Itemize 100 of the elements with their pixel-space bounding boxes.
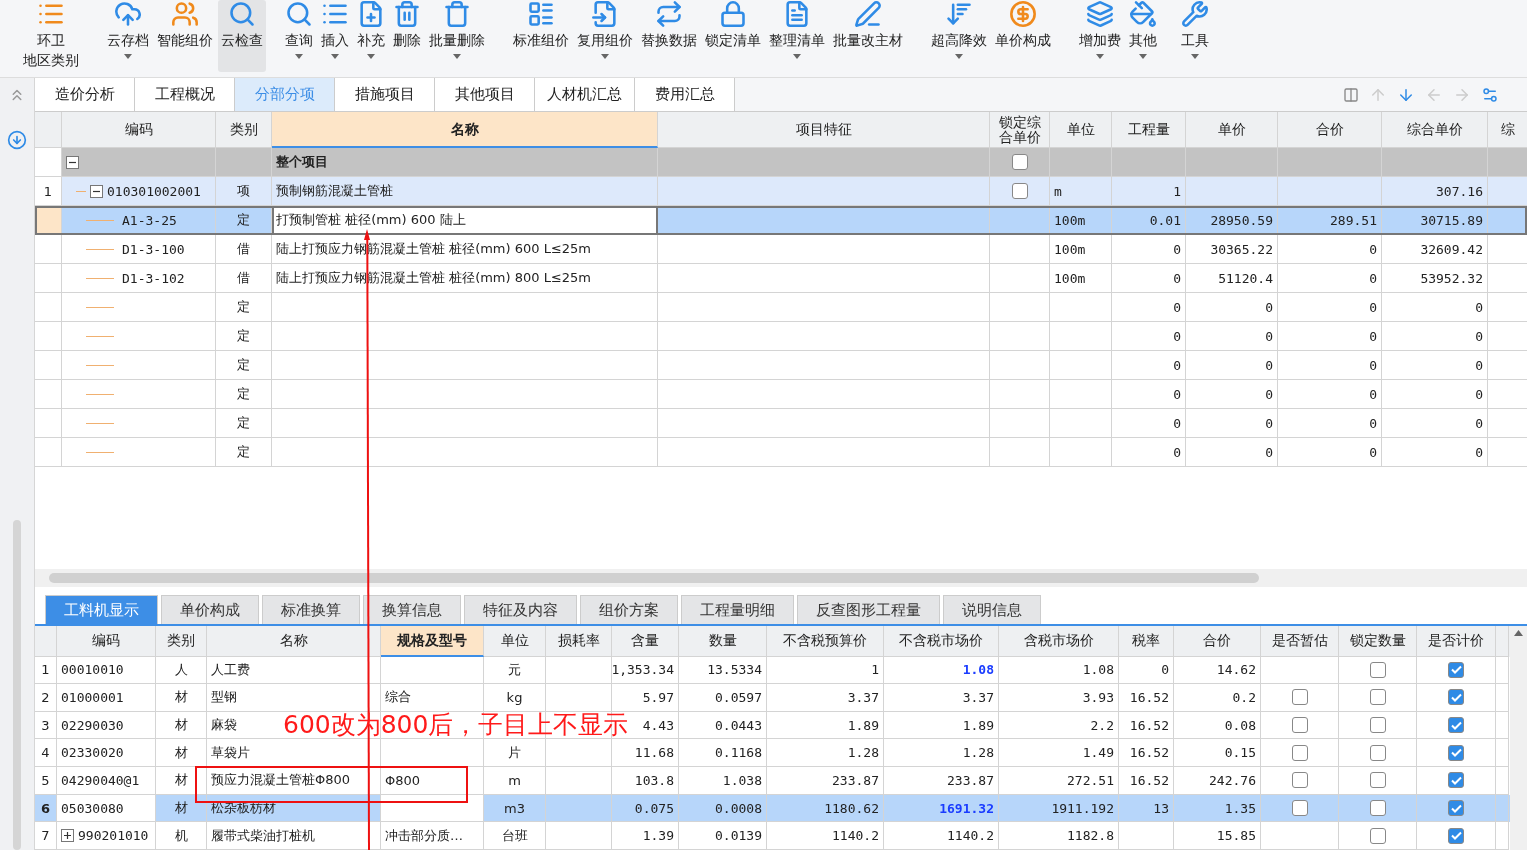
toolbar-button[interactable]: 云存档 bbox=[104, 0, 152, 72]
tab[interactable]: 标准换算 bbox=[262, 595, 360, 624]
toolbar-button[interactable]: 超高降效 bbox=[928, 0, 990, 72]
table-row[interactable]: 定 0 0 0 0 bbox=[35, 293, 1527, 322]
tab[interactable]: 费用汇总 bbox=[635, 78, 735, 111]
column-header[interactable]: 工程量 bbox=[1112, 112, 1186, 148]
checkbox[interactable] bbox=[1369, 661, 1386, 678]
checkbox[interactable] bbox=[1448, 772, 1464, 789]
table-row[interactable]: 1 00010010 人 人工费 元 1,353.34 13.5334 1 1.08 1.08 0 14.62 bbox=[35, 656, 1510, 685]
checkbox[interactable] bbox=[1448, 800, 1464, 816]
column-header[interactable]: 合价 bbox=[1174, 626, 1261, 657]
toolbar-button[interactable]: 批量改主材 bbox=[830, 0, 906, 72]
column-header[interactable]: 不含税市场价 bbox=[884, 626, 999, 657]
checkbox[interactable] bbox=[1291, 689, 1308, 706]
toolbar-button[interactable]: 其他 bbox=[1126, 0, 1160, 72]
toolbar-button[interactable]: 智能组价 bbox=[154, 0, 216, 72]
checkbox[interactable] bbox=[1448, 827, 1464, 844]
tab[interactable]: 工程概况 bbox=[135, 78, 235, 111]
checkbox[interactable] bbox=[1448, 717, 1464, 734]
column-header[interactable]: 含税市场价 bbox=[999, 626, 1119, 657]
tab[interactable]: 造价分析 bbox=[35, 78, 135, 111]
column-header[interactable]: 单位 bbox=[1050, 112, 1112, 148]
collapse-toggle[interactable] bbox=[66, 155, 79, 169]
column-header[interactable]: 锁定综合单价 bbox=[990, 112, 1050, 148]
toolbar-button[interactable]: 云检查 bbox=[218, 0, 266, 72]
column-header[interactable]: 单价 bbox=[1186, 112, 1278, 148]
toolbar-button[interactable]: 整理清单 bbox=[766, 0, 828, 72]
table-row[interactable]: 定 0 0 0 0 bbox=[35, 380, 1527, 409]
toolbar-button[interactable]: 锁定清单 bbox=[702, 0, 764, 72]
table-row[interactable]: 定 0 0 0 0 bbox=[35, 409, 1527, 438]
toolbar-button[interactable]: 插入 bbox=[318, 0, 352, 72]
checkbox[interactable] bbox=[1369, 772, 1386, 789]
expand-toggle[interactable] bbox=[61, 829, 74, 843]
tab[interactable]: 人材机汇总 bbox=[535, 78, 635, 111]
toolbar-button[interactable]: 删除 bbox=[390, 0, 424, 72]
tab[interactable]: 反查图形工程量 bbox=[797, 595, 940, 624]
tab[interactable]: 其他项目 bbox=[435, 78, 535, 111]
row-header[interactable]: 5 bbox=[35, 767, 57, 795]
column-header[interactable]: 编码 bbox=[57, 626, 156, 657]
table-row[interactable]: 5 04290040@1 材 预应力混凝土管桩Φ800 Φ800 m 103.8 1.038 233.87 233.87 272.51 16.52 242.76 bbox=[35, 767, 1510, 795]
checkbox[interactable] bbox=[1291, 744, 1308, 761]
table-row[interactable]: 7 990201010 机 履带式柴油打桩机 冲击部分质… 台班 1.39 0.0139 1140.2 1140.2 1182.8 15.85 bbox=[35, 822, 1510, 850]
column-header[interactable]: 损耗率 bbox=[546, 626, 612, 657]
row-header[interactable]: 7 bbox=[35, 822, 57, 850]
tab[interactable]: 工程量明细 bbox=[681, 595, 794, 624]
scrollbar-thumb[interactable] bbox=[13, 520, 21, 850]
column-header[interactable]: 合价 bbox=[1278, 112, 1382, 148]
toolbar-button[interactable]: 单价构成 bbox=[992, 0, 1054, 72]
table-row[interactable]: 定 0 0 0 0 bbox=[35, 322, 1527, 351]
tab[interactable]: 组价方案 bbox=[580, 595, 678, 624]
column-header[interactable]: 不含税预算价 bbox=[767, 626, 884, 657]
checkbox[interactable] bbox=[1448, 689, 1464, 706]
checkbox[interactable] bbox=[1448, 661, 1464, 678]
toolbar-button[interactable]: 复用组价 bbox=[574, 0, 636, 72]
table-row[interactable]: A1-3-25 定 打预制管桩 桩径(mm) 600 陆上 100m 0.01 28950.59 289.51 30715.89 bbox=[35, 206, 1527, 235]
column-header[interactable]: 名称 bbox=[272, 112, 658, 148]
row-header[interactable]: 1 bbox=[35, 177, 62, 206]
toolbar-button[interactable]: 查询 bbox=[282, 0, 316, 72]
column-header[interactable]: 单位 bbox=[484, 626, 546, 657]
toolbar-button[interactable]: 批量删除 bbox=[426, 0, 488, 72]
toolbar-button[interactable]: 补充 bbox=[354, 0, 388, 72]
column-header[interactable]: 项目特征 bbox=[658, 112, 990, 148]
scrollbar-thumb[interactable] bbox=[49, 573, 1259, 583]
checkbox[interactable] bbox=[1011, 154, 1028, 170]
table-row[interactable]: D1-3-100 借 陆上打预应力钢筋混凝土管桩 桩径(mm) 600 L≤25m 100m 0 30365.22 0 32609.42 bbox=[35, 235, 1527, 264]
table-row[interactable]: 1 010301002001 项 预制钢筋混凝土管桩 m 1 307.16 bbox=[35, 177, 1527, 206]
tab[interactable]: 措施项目 bbox=[335, 78, 435, 111]
row-header[interactable] bbox=[35, 206, 62, 235]
column-header[interactable]: 是否暂估 bbox=[1261, 626, 1339, 657]
toolbar-button[interactable]: 标准组价 bbox=[510, 0, 572, 72]
collapse-toggle[interactable] bbox=[90, 184, 103, 198]
checkbox[interactable] bbox=[1448, 744, 1464, 761]
tab[interactable]: 特征及内容 bbox=[464, 595, 577, 624]
column-header[interactable]: 含量 bbox=[612, 626, 679, 657]
column-header[interactable]: 类别 bbox=[216, 112, 272, 148]
checkbox[interactable] bbox=[1291, 800, 1308, 816]
checkbox[interactable] bbox=[1369, 717, 1386, 734]
row-header[interactable]: 2 bbox=[35, 684, 57, 712]
checkbox[interactable] bbox=[1369, 689, 1386, 706]
checkbox[interactable] bbox=[1011, 183, 1028, 199]
tab[interactable]: 说明信息 bbox=[943, 595, 1041, 624]
table-row[interactable]: 定 0 0 0 0 bbox=[35, 438, 1527, 467]
table-row[interactable]: 2 01000001 材 型钢 综合 kg 5.97 0.0597 3.37 3.37 3.93 16.52 0.2 bbox=[35, 684, 1510, 712]
table-row[interactable]: 定 0 0 0 0 bbox=[35, 351, 1527, 380]
column-header[interactable]: 编码 bbox=[62, 112, 216, 148]
column-header[interactable]: 税率 bbox=[1119, 626, 1174, 657]
toolbar-button[interactable]: 替换数据 bbox=[638, 0, 700, 72]
column-header[interactable]: 名称 bbox=[207, 626, 381, 657]
toolbar-button[interactable]: 增加费 bbox=[1076, 0, 1124, 72]
table-row[interactable]: D1-3-102 借 陆上打预应力钢筋混凝土管桩 桩径(mm) 800 L≤25m 100m 0 51120.4 0 53952.32 bbox=[35, 264, 1527, 293]
table-row[interactable]: 整个项目 bbox=[35, 148, 1527, 177]
checkbox[interactable] bbox=[1369, 800, 1386, 816]
tab[interactable]: 单价构成 bbox=[161, 595, 259, 624]
toolbar-button[interactable]: 工具 bbox=[1178, 0, 1212, 72]
checkbox[interactable] bbox=[1369, 827, 1386, 844]
tab[interactable]: 换算信息 bbox=[363, 595, 461, 624]
column-header[interactable]: 类别 bbox=[156, 626, 207, 657]
table-row[interactable]: 4 02330020 材 草袋片 片 11.68 0.1168 1.28 1.28 1.49 16.52 0.15 bbox=[35, 739, 1510, 768]
checkbox[interactable] bbox=[1291, 717, 1308, 734]
column-header[interactable]: 综合单价 bbox=[1382, 112, 1488, 148]
